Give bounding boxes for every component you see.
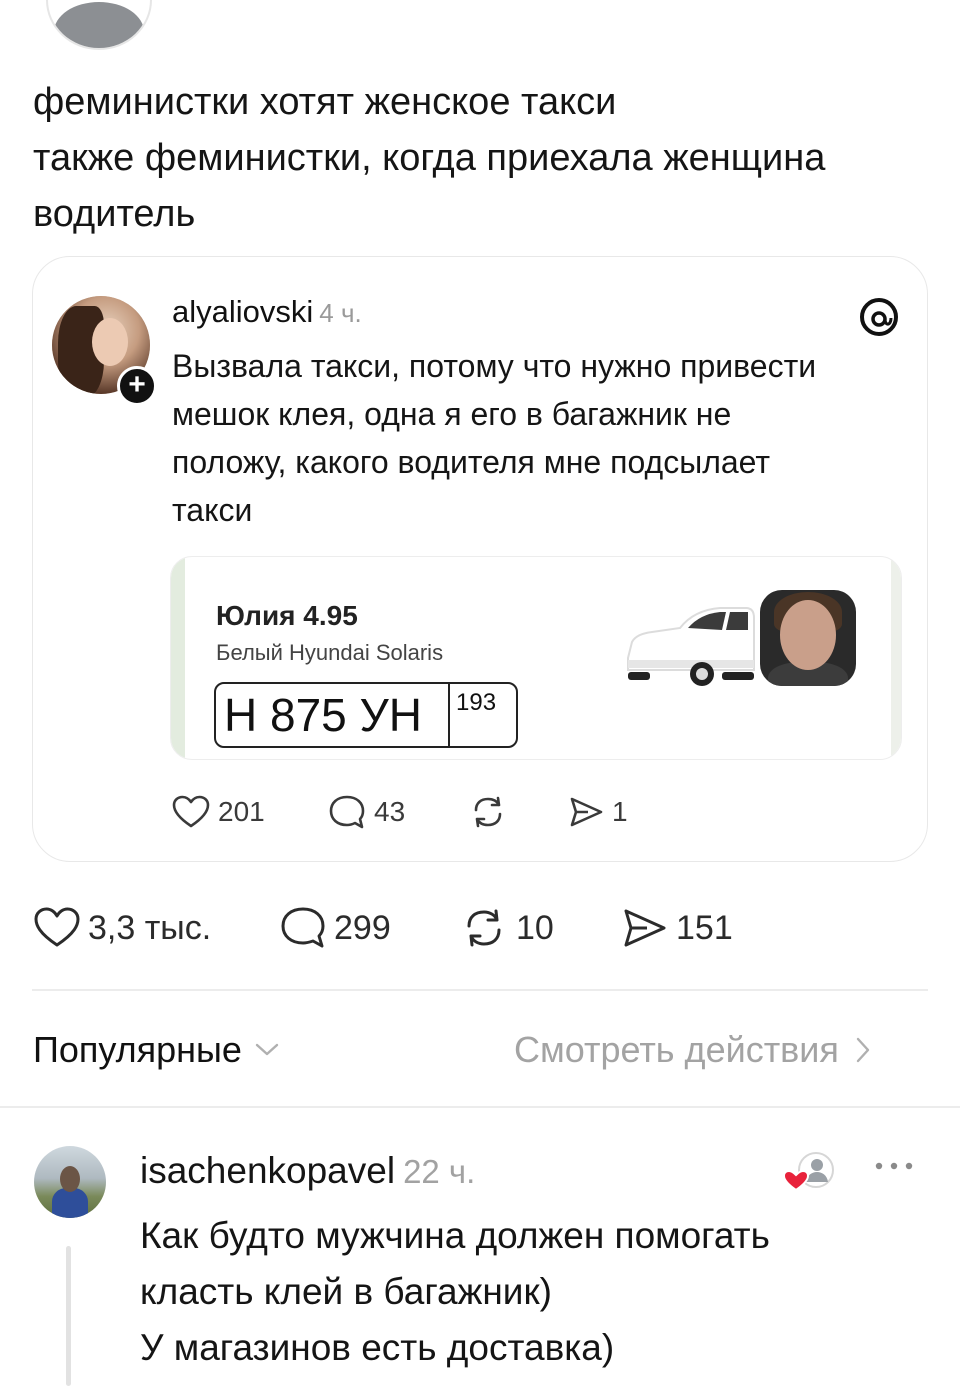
comment-text-line: класть клей в багажник) (140, 1271, 552, 1312)
like-count: 3,3 тыс. (88, 908, 212, 947)
quoted-comment-button[interactable]: 43 (328, 790, 405, 834)
repost-button[interactable]: 10 (460, 900, 554, 956)
quoted-text-line: Вызвала такси, потому что нужно привести (172, 348, 817, 384)
post-text-line: феминистки хотят женское такси (33, 81, 617, 123)
repost-count: 10 (516, 908, 554, 947)
driver-photo (760, 590, 856, 686)
follow-plus-icon[interactable]: + (117, 366, 157, 406)
comment-text-line: Как будто мужчина должен помогать (140, 1215, 770, 1256)
comment-time: 22 ч. (403, 1153, 476, 1190)
share-button[interactable]: 151 (622, 900, 733, 956)
commenter-username-text[interactable]: isachenkopavel (140, 1150, 395, 1191)
comment-text-line: У магазинов есть доставка) (140, 1327, 615, 1368)
heart-icon (172, 795, 210, 828)
quoted-post-time: 4 ч. (319, 298, 362, 328)
sort-dropdown[interactable]: Популярные (33, 1026, 280, 1074)
quoted-like-count: 201 (218, 796, 265, 827)
share-paper-plane-icon (624, 909, 666, 947)
quoted-post-text: Вызвала такси, потому что нужно привести… (172, 342, 912, 534)
sort-label: Популярные (33, 1029, 242, 1070)
taxi-car-model: Белый Hyundai Solaris (216, 640, 444, 665)
quoted-share-count: 1 (612, 796, 628, 827)
quoted-share-button[interactable]: 1 (568, 790, 628, 834)
license-plate: Н 875 УН 193 (214, 682, 518, 748)
quoted-author-username[interactable]: alyaliovski 4 ч. (172, 292, 362, 333)
quoted-text-line: положу, какого водителя мне подсылает (172, 444, 771, 480)
share-paper-plane-icon (570, 797, 603, 827)
threads-logo-icon (860, 298, 898, 336)
more-options-icon[interactable] (872, 1156, 916, 1176)
plate-number: Н 875 УН (224, 689, 422, 741)
quoted-comment-count: 43 (374, 796, 406, 827)
commenter-avatar[interactable] (34, 1146, 106, 1218)
post-text-line: также феминистки, когда приехала женщина (33, 137, 826, 179)
comment-count: 299 (334, 908, 391, 947)
post-text: феминистки хотят женское такси также фем… (33, 74, 923, 242)
divider (32, 989, 928, 991)
share-count: 151 (676, 908, 733, 947)
quoted-post-actions: 201 43 1 (172, 790, 772, 834)
repost-icon (474, 796, 502, 828)
commenter-username[interactable]: isachenkopavel 22 ч. (140, 1148, 475, 1195)
white-car-icon (627, 607, 755, 686)
comment-bubble-icon (329, 795, 365, 829)
liked-by-author-icon[interactable] (782, 1148, 838, 1196)
view-activity-label: Смотреть действия (514, 1029, 839, 1070)
section-divider (0, 1106, 960, 1108)
like-button[interactable]: 3,3 тыс. (34, 900, 211, 956)
comment-text: Как будто мужчина должен помогать класть… (140, 1208, 920, 1376)
view-activity-link[interactable]: Смотреть действия (514, 1026, 871, 1074)
quoted-text-line: мешок клея, одна я его в багажник не (172, 396, 732, 432)
quoted-username-text[interactable]: alyaliovski (172, 294, 313, 329)
quoted-text-line: такси (172, 492, 253, 528)
chevron-right-icon (856, 1037, 870, 1063)
repost-icon (467, 909, 501, 947)
quoted-repost-button[interactable] (468, 790, 508, 834)
post-text-line: водитель (33, 193, 196, 235)
heart-icon (34, 907, 80, 947)
chevron-down-icon (255, 1043, 279, 1056)
plate-region: 193 (456, 689, 497, 716)
comment-bubble-icon (281, 907, 325, 948)
quoted-like-button[interactable]: 201 (172, 790, 265, 834)
post-actions: 3,3 тыс. 299 10 151 (34, 900, 794, 956)
taxi-driver-name: Юлия 4.95 (216, 600, 358, 631)
comment-button[interactable]: 299 (280, 900, 391, 956)
default-user-silhouette-icon (54, 2, 144, 48)
author-avatar[interactable] (46, 0, 152, 50)
thread-line (66, 1246, 71, 1386)
